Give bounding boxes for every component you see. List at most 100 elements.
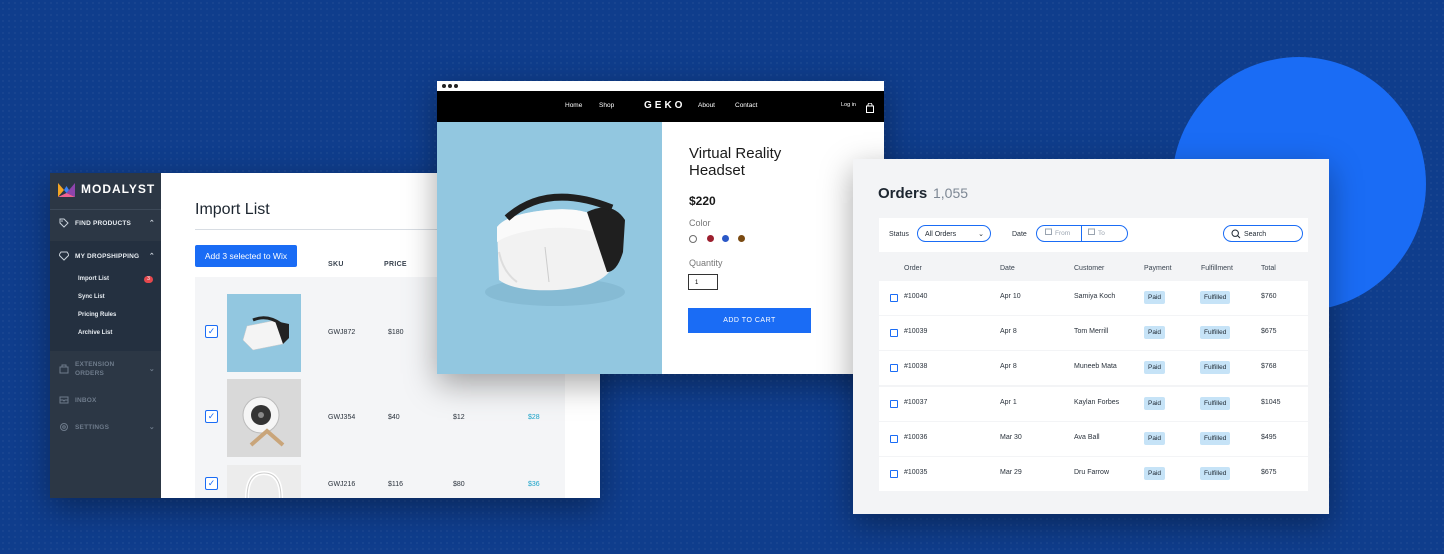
order-total: $675 <box>1261 328 1277 335</box>
payment-status-badge: Paid <box>1144 467 1166 480</box>
sidebar-sub-import-list[interactable]: Import List <box>78 276 109 282</box>
sidebar-item-label: SETTINGS <box>75 423 110 431</box>
nav-about[interactable]: About <box>698 102 715 109</box>
table-row[interactable]: ✓ GWJ354 $40 $12 $28 <box>195 379 565 459</box>
brand-name: MODALYST <box>81 182 156 196</box>
sidebar-item-inbox[interactable]: INBOX <box>50 395 161 405</box>
store-window: Home Shop GEKO About Contact Log in Virt… <box>437 81 884 374</box>
sidebar-item-label: EXTENSION ORDERS <box>75 360 114 378</box>
chevron-down-icon: ⌄ <box>148 424 155 431</box>
sidebar-item-settings[interactable]: SETTINGS ⌄ <box>50 422 161 432</box>
add-to-wix-button[interactable]: Add 3 selected to Wix <box>195 245 297 267</box>
row-checkbox[interactable]: ✓ <box>205 410 218 423</box>
table-row[interactable]: #10035 Mar 29 Dru Farrow Paid Fulfilled … <box>879 457 1308 491</box>
column-header-date: Date <box>1000 265 1015 272</box>
column-header-price: PRICE <box>384 261 407 268</box>
color-swatch-blue[interactable] <box>722 235 729 242</box>
table-row[interactable]: #10039 Apr 8 Tom Merrill Paid Fulfilled … <box>879 316 1308 350</box>
sidebar-item-my-dropshipping[interactable]: MY DROPSHIPPING ⌃ <box>50 251 161 261</box>
status-select[interactable]: All Orders ⌄ <box>917 225 991 242</box>
row-price: $40 <box>388 414 400 421</box>
date-from-field[interactable]: From <box>1037 226 1083 241</box>
extension-icon <box>59 364 69 374</box>
sidebar-sub-sync-list[interactable]: Sync List <box>78 294 105 300</box>
row-checkbox[interactable] <box>890 470 898 478</box>
order-date: Apr 8 <box>1000 328 1017 335</box>
sidebar-item-label-line-2: ORDERS <box>75 370 105 377</box>
order-number[interactable]: #10038 <box>904 363 927 370</box>
color-swatch-red[interactable] <box>707 235 714 242</box>
table-row[interactable]: ✓ GWJ216 $116 $80 $36 <box>195 465 565 498</box>
table-row[interactable]: #10036 Mar 30 Ava Ball Paid Fulfilled $4… <box>879 422 1308 456</box>
order-total: $768 <box>1261 363 1277 370</box>
order-date: Apr 10 <box>1000 293 1021 300</box>
table-row[interactable]: #10038 Apr 8 Muneeb Mata Paid Fulfilled … <box>879 351 1308 385</box>
color-swatch-brown[interactable] <box>738 235 745 242</box>
nav-login[interactable]: Log in <box>841 102 856 108</box>
modalyst-logo[interactable]: MODALYST <box>58 181 155 197</box>
nav-home[interactable]: Home <box>565 102 582 109</box>
row-cost: $12 <box>453 414 465 421</box>
row-cost: $80 <box>453 481 465 488</box>
product-price: $220 <box>689 194 716 208</box>
quantity-input[interactable]: 1 <box>688 274 718 290</box>
status-select-value: All Orders <box>925 231 957 238</box>
window-dot-icon <box>448 84 452 88</box>
fulfillment-status-badge: Fulfilled <box>1200 467 1231 480</box>
sidebar-item-extension-orders[interactable]: EXTENSION ORDERS ⌄ <box>50 360 161 378</box>
row-checkbox[interactable] <box>890 294 898 302</box>
nav-shop[interactable]: Shop <box>599 102 614 109</box>
row-price: $116 <box>388 481 404 488</box>
sidebar-sub-pricing-rules[interactable]: Pricing Rules <box>78 312 116 318</box>
row-checkbox[interactable] <box>890 435 898 443</box>
modalyst-logo-icon <box>58 181 75 197</box>
column-header-customer: Customer <box>1074 265 1105 272</box>
order-number[interactable]: #10036 <box>904 434 927 441</box>
table-row[interactable]: #10037 Apr 1 Kaylan Forbes Paid Fulfille… <box>879 387 1308 421</box>
add-to-cart-button[interactable]: ADD TO CART <box>688 308 811 333</box>
orders-window: Orders 1,055 Status All Orders ⌄ Date Fr… <box>853 159 1329 514</box>
sidebar-sub-archive-list[interactable]: Archive List <box>78 330 112 336</box>
order-number[interactable]: #10037 <box>904 399 927 406</box>
order-total: $675 <box>1261 469 1277 476</box>
column-header-fulfillment: Fulfillment <box>1201 265 1233 272</box>
title-divider <box>195 229 445 230</box>
window-chrome <box>437 81 884 91</box>
order-customer: Ava Ball <box>1074 434 1100 441</box>
product-thumbnail-vr <box>227 294 301 372</box>
order-date: Mar 29 <box>1000 469 1022 476</box>
status-label: Status <box>889 231 909 238</box>
column-header-order: Order <box>904 265 922 272</box>
row-checkbox[interactable] <box>890 329 898 337</box>
payment-status-badge: Paid <box>1144 361 1166 374</box>
orders-count: 1,055 <box>933 185 969 201</box>
date-range-input[interactable]: From To <box>1036 225 1128 242</box>
order-total: $1045 <box>1261 399 1281 406</box>
order-number[interactable]: #10039 <box>904 328 927 335</box>
order-number[interactable]: #10035 <box>904 469 927 476</box>
nav-contact[interactable]: Contact <box>735 102 757 109</box>
sidebar-item-find-products[interactable]: FIND PRODUCTS ⌃ <box>50 218 161 228</box>
color-swatch-grey[interactable] <box>689 235 697 243</box>
order-number[interactable]: #10040 <box>904 293 927 300</box>
order-customer: Kaylan Forbes <box>1074 399 1120 406</box>
fulfillment-status-badge: Fulfilled <box>1200 326 1231 339</box>
row-checkbox[interactable]: ✓ <box>205 325 218 338</box>
order-date: Apr 8 <box>1000 363 1017 370</box>
fulfillment-status-badge: Fulfilled <box>1200 432 1231 445</box>
order-customer: Dru Farrow <box>1074 469 1110 476</box>
table-row[interactable]: #10040 Apr 10 Samiya Koch Paid Fulfilled… <box>879 281 1308 315</box>
shopping-bag-icon[interactable] <box>866 100 874 118</box>
product-thumbnail-headphones <box>227 465 301 498</box>
search-input[interactable]: Search <box>1223 225 1303 242</box>
store-logo[interactable]: GEKO <box>644 100 685 111</box>
row-checkbox[interactable] <box>890 364 898 372</box>
order-customer: Muneeb Mata <box>1074 363 1117 370</box>
row-sku: GWJ354 <box>328 414 356 421</box>
product-thumbnail-fan <box>227 379 301 457</box>
date-to-field[interactable]: To <box>1082 226 1127 241</box>
row-checkbox[interactable] <box>890 400 898 408</box>
quantity-label: Quantity <box>689 258 723 268</box>
row-checkbox[interactable]: ✓ <box>205 477 218 490</box>
product-image <box>437 122 662 374</box>
